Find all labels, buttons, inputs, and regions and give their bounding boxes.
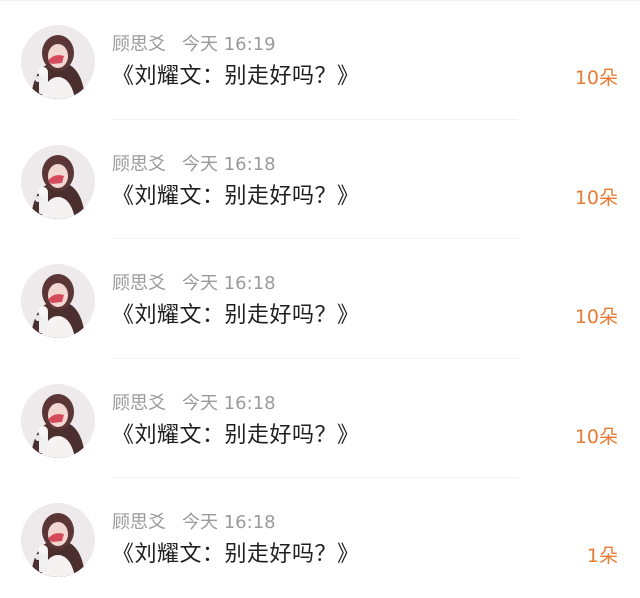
sender-name[interactable]: 顾思爻 [112,393,166,414]
sender-name[interactable]: 顾思爻 [112,154,166,175]
avatar[interactable] [21,503,95,577]
record-meta: 顾思爻 今天 16:18 [112,153,276,177]
avatar-image [21,383,95,458]
avatar[interactable] [21,25,95,99]
record-meta: 顾思爻 今天 16:18 [112,511,276,535]
message-text: 《刘耀文：别走好吗？》 [112,542,360,567]
avatar-image [21,264,95,338]
avatar[interactable] [21,264,95,338]
sender-name[interactable]: 顾思爻 [112,512,166,533]
record-meta: 顾思爻 今天 16:19 [112,33,276,57]
message-text: 《刘耀文：别走好吗？》 [112,64,360,89]
gift-count: 10朵 [574,67,618,89]
list-item[interactable]: 顾思爻 今天 16:19 《刘耀文：别走好吗？》 10朵 [0,0,640,120]
list-item[interactable]: 顾思爻 今天 16:18 《刘耀文：别走好吗？》 10朵 [0,120,640,239]
record-meta: 顾思爻 今天 16:18 [112,272,276,296]
list-item[interactable]: 顾思爻 今天 16:18 《刘耀文：别走好吗？》 10朵 [0,239,640,359]
message-text: 《刘耀文：别走好吗？》 [112,183,360,209]
timestamp: 今天 16:18 [182,273,276,294]
list-item[interactable]: 顾思爻 今天 16:18 《刘耀文：别走好吗？》 10朵 [0,359,640,478]
sender-name[interactable]: 顾思爻 [112,34,166,55]
record-meta: 顾思爻 今天 16:18 [112,392,276,416]
timestamp: 今天 16:18 [182,153,276,175]
avatar-image [21,144,95,219]
sender-name[interactable]: 顾思爻 [112,273,166,294]
timestamp: 今天 16:18 [182,512,276,533]
gift-count: 10朵 [574,306,618,328]
avatar-image [21,25,95,99]
avatar[interactable] [21,383,95,458]
message-text: 《刘耀文：别走好吗？》 [112,303,360,328]
list-item[interactable]: 顾思爻 今天 16:18 《刘耀文：别走好吗？》 1朵 [0,478,640,598]
gift-count: 10朵 [574,186,618,209]
gift-record-list: 顾思爻 今天 16:19 《刘耀文：别走好吗？》 10朵 顾思爻 今天 16:18 … [0,0,640,598]
timestamp: 今天 16:19 [182,34,276,55]
gift-count: 1朵 [586,545,618,567]
avatar-image [21,503,95,577]
message-text: 《刘耀文：别走好吗？》 [112,422,360,448]
avatar[interactable] [21,144,95,219]
timestamp: 今天 16:18 [182,392,276,414]
gift-count: 10朵 [574,425,618,448]
